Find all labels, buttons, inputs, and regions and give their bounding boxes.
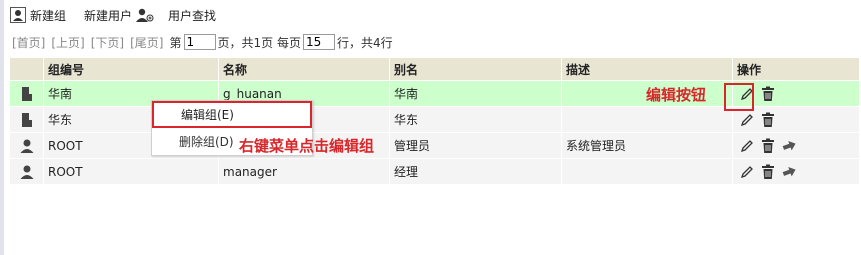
header-icon-col <box>10 58 43 80</box>
page-number-input[interactable] <box>183 34 216 50</box>
pencil-icon <box>740 165 753 178</box>
delete-button[interactable] <box>761 138 775 154</box>
trash-icon <box>762 86 774 101</box>
group-icon <box>21 112 32 127</box>
new-user-label: 新建用户 <box>84 8 133 23</box>
page-size-suffix-text: 行，共4行 <box>336 35 393 50</box>
header-group-code: 组编号 <box>43 58 218 80</box>
move-arrow-icon <box>782 166 796 176</box>
find-user-button[interactable]: 用户查找 <box>164 7 220 24</box>
right-click-annotation: 右键菜单点击编辑组 <box>239 137 375 155</box>
cell-alias: 华南 <box>389 81 561 106</box>
header-alias: 别名 <box>389 58 561 80</box>
cell-alias: 经理 <box>389 159 561 184</box>
pencil-icon <box>740 113 753 126</box>
find-user-label: 用户查找 <box>168 8 217 23</box>
edit-button-highlight <box>724 83 754 111</box>
context-menu-edit-group[interactable]: 编辑组(E) <box>152 101 312 128</box>
group-icon <box>21 86 32 101</box>
header-description: 描述 <box>561 58 732 80</box>
page-size-input[interactable] <box>302 34 335 50</box>
cell-name: manager <box>218 159 389 184</box>
move-arrow-icon <box>782 140 796 150</box>
cell-alias: 管理员 <box>389 133 561 158</box>
move-button[interactable] <box>781 138 797 154</box>
table-row[interactable]: ROOT 管理员 系统管理员 <box>10 133 859 159</box>
edit-button[interactable] <box>739 164 755 180</box>
toolbar: 新建组 新建用户 用户查找 <box>10 5 230 25</box>
pager-next-link[interactable]: [下页] <box>91 34 124 51</box>
add-user-icon <box>136 8 154 22</box>
page-prefix-text: 第 <box>169 35 182 50</box>
user-icon <box>20 165 33 179</box>
cell-description: 系统管理员 <box>561 133 732 158</box>
trash-icon <box>762 138 774 153</box>
new-user-button[interactable]: 新建用户 <box>80 7 154 24</box>
new-group-label: 新建组 <box>30 8 67 23</box>
new-group-icon <box>10 7 26 23</box>
cell-description <box>561 159 732 184</box>
new-group-button[interactable]: 新建组 <box>10 7 70 24</box>
edit-button[interactable] <box>739 138 755 154</box>
delete-button[interactable] <box>761 86 775 102</box>
cell-group-code: ROOT <box>43 159 218 184</box>
left-edge-strip <box>0 0 4 255</box>
header-name: 名称 <box>218 58 389 80</box>
pager-first-link[interactable]: [首页] <box>12 34 45 51</box>
delete-button[interactable] <box>761 164 775 180</box>
pager-last-link[interactable]: [尾页] <box>130 34 163 51</box>
edit-button[interactable] <box>739 112 755 128</box>
page-suffix-text: 页，共1页 每页 <box>217 35 301 50</box>
trash-icon <box>762 112 774 127</box>
pager-prev-link[interactable]: [上页] <box>51 34 84 51</box>
trash-icon <box>762 164 774 179</box>
move-button[interactable] <box>781 164 797 180</box>
delete-button[interactable] <box>761 112 775 128</box>
table-row[interactable]: ROOT manager 经理 <box>10 159 859 185</box>
cell-alias: 华东 <box>389 107 561 132</box>
pager: [首页] [上页] [下页] [尾页] 第 页，共1页 每页 行，共4行 <box>12 32 393 52</box>
user-icon <box>20 139 33 153</box>
edit-button-annotation: 编辑按钮 <box>646 86 707 104</box>
cell-description <box>561 107 732 132</box>
header-actions: 操作 <box>732 58 859 80</box>
pencil-icon <box>740 139 753 152</box>
table-header-row: 组编号 名称 别名 描述 操作 <box>10 58 859 81</box>
group-user-table: 组编号 名称 别名 描述 操作 华南 g_huanan 华南 华东 华东 ROO… <box>10 58 859 185</box>
